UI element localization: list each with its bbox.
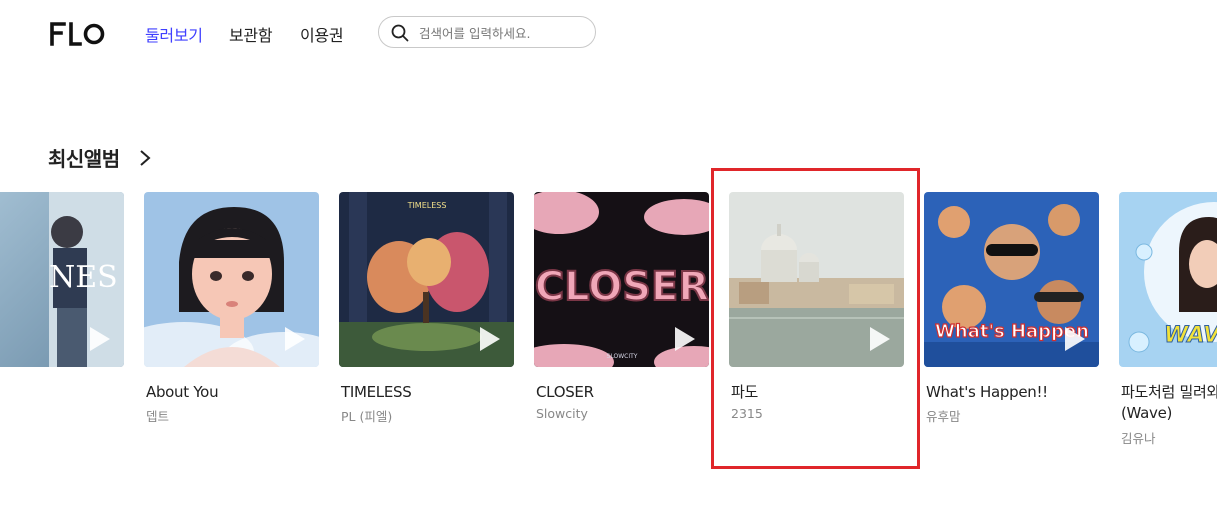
album-artist[interactable]: 김유나 bbox=[1121, 428, 1156, 447]
section-title[interactable]: 최신앨범 bbox=[48, 143, 120, 172]
album-card[interactable]: CLOSER SLOWCITY CLOSER Slowcity bbox=[534, 192, 709, 421]
svg-text:NES: NES bbox=[49, 260, 118, 295]
nav-subscription[interactable]: 이용권 bbox=[300, 22, 344, 46]
album-cover[interactable]: CLOSER SLOWCITY bbox=[534, 192, 709, 367]
album-title[interactable]: About You bbox=[146, 382, 321, 403]
play-icon[interactable] bbox=[283, 325, 307, 353]
album-artist[interactable]: Slowcity bbox=[536, 406, 588, 421]
nav-library[interactable]: 보관함 bbox=[229, 22, 273, 46]
album-title[interactable]: CLOSER bbox=[536, 382, 711, 403]
album-cover[interactable]: WAVE bbox=[1119, 192, 1217, 367]
svg-text:SLOWCITY: SLOWCITY bbox=[607, 353, 638, 360]
svg-text:WAVE: WAVE bbox=[1164, 323, 1217, 348]
flo-logo[interactable] bbox=[50, 22, 106, 46]
search-box[interactable] bbox=[378, 16, 596, 48]
album-title[interactable]: What's Happen!! bbox=[926, 382, 1101, 403]
svg-text:CLOSER: CLOSER bbox=[535, 264, 709, 310]
selection-highlight bbox=[711, 168, 920, 469]
album-cover[interactable] bbox=[144, 192, 319, 367]
album-card[interactable]: NES bbox=[0, 192, 124, 367]
nav-browse[interactable]: 둘러보기 bbox=[145, 22, 203, 46]
album-card[interactable]: TIMELESS TIMELESS PL (피엘) bbox=[339, 192, 514, 424]
album-title[interactable]: TIMELESS bbox=[341, 382, 516, 403]
album-cover[interactable]: NES bbox=[0, 192, 124, 367]
album-artist[interactable]: 뎁트 bbox=[146, 406, 169, 425]
album-card[interactable]: What's Happen What's Happen!! 유후맘 bbox=[924, 192, 1099, 424]
play-icon[interactable] bbox=[1063, 325, 1087, 353]
album-card[interactable]: About You 뎁트 bbox=[144, 192, 319, 424]
svg-text:TIMELESS: TIMELESS bbox=[407, 201, 447, 210]
album-card[interactable]: WAVE 파도처럼 밀려와 (Wave) 김유나 bbox=[1119, 192, 1217, 462]
album-artist[interactable]: PL (피엘) bbox=[341, 406, 392, 425]
search-input[interactable] bbox=[417, 21, 591, 45]
album-artist[interactable]: 유후맘 bbox=[926, 406, 961, 425]
play-icon[interactable] bbox=[88, 325, 112, 353]
search-icon[interactable] bbox=[391, 24, 409, 42]
play-icon[interactable] bbox=[673, 325, 697, 353]
chevron-right-icon[interactable] bbox=[138, 148, 152, 168]
album-cover[interactable]: What's Happen bbox=[924, 192, 1099, 367]
play-icon[interactable] bbox=[478, 325, 502, 353]
album-cover[interactable]: TIMELESS bbox=[339, 192, 514, 367]
album-title[interactable]: 파도처럼 밀려와 (Wave) bbox=[1121, 382, 1217, 424]
album-art: WAVE bbox=[1119, 192, 1217, 367]
